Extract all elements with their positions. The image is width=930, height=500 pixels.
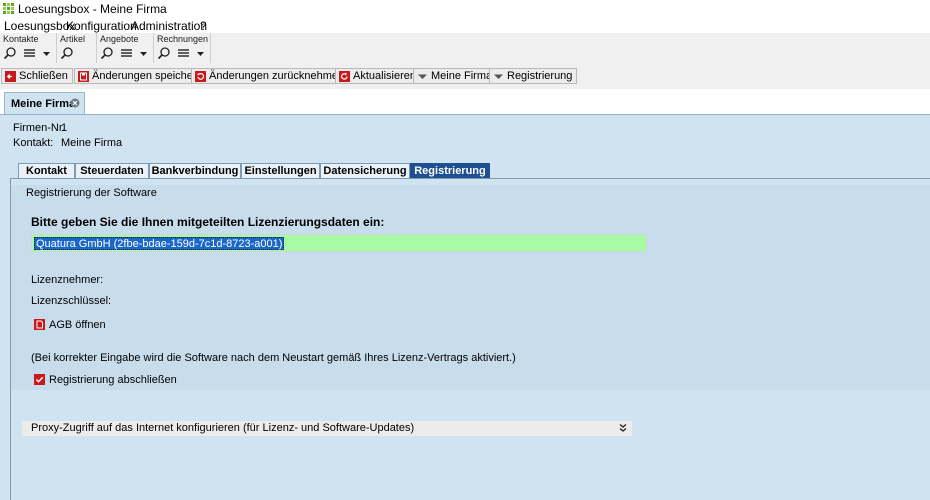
dropdown-arrow-icon[interactable] (197, 46, 204, 60)
action-toolbar: Schließen Änderungen speichern Änderunge… (0, 63, 930, 89)
close-button[interactable]: Schließen (1, 68, 73, 84)
quick-group-angebote: Angebote (97, 33, 154, 63)
search-icon[interactable] (60, 46, 74, 60)
quick-group-rechnungen: Rechnungen (154, 33, 211, 63)
company-number-value: 1 (61, 122, 68, 134)
tab-kontakt[interactable]: Kontakt (18, 163, 75, 178)
license-heading: Bitte geben Sie die Ihnen mitgeteilten L… (31, 215, 385, 229)
agb-open-link[interactable]: AGB öffnen (49, 319, 106, 331)
revert-icon (195, 70, 206, 82)
license-key-label: Lizenzschlüssel: (31, 295, 112, 307)
menu-loesungsbox[interactable]: Loesungsbox (4, 19, 75, 33)
save-changes-button[interactable]: Änderungen speichern (74, 68, 208, 84)
license-input-value: Quatura GmbH (2fbe-bdae-159d-7c1d-8723-a… (34, 237, 285, 250)
dropdown-arrow-icon[interactable] (140, 46, 147, 60)
list-menu-icon[interactable] (177, 46, 191, 60)
quick-group-label: Angebote (100, 34, 139, 44)
proxy-config-expander[interactable]: Proxy-Zugriff auf das Internet konfiguri… (22, 421, 632, 436)
quick-access-bar: Kontakte Artikel Angebote Rechnungen (0, 33, 930, 63)
chevron-down-icon (494, 74, 503, 79)
search-icon[interactable] (3, 46, 17, 60)
list-menu-icon[interactable] (23, 46, 37, 60)
revert-changes-button[interactable]: Änderungen zurücknehmen (191, 68, 350, 84)
refresh-icon (339, 70, 350, 82)
license-data-input[interactable]: Quatura GmbH (2fbe-bdae-159d-7c1d-8723-a… (31, 234, 647, 252)
menu-konfiguration[interactable]: Konfiguration (66, 19, 137, 33)
dropdown-arrow-icon[interactable] (43, 46, 50, 60)
refresh-label: Aktualisieren (353, 70, 416, 82)
window-title: Loesungsbox - Meine Firma (18, 2, 167, 16)
quick-group-kontakte: Kontakte (0, 33, 57, 63)
search-icon[interactable] (100, 46, 114, 60)
tab-divider (10, 178, 930, 179)
contact-label: Kontakt: (13, 137, 54, 149)
doc-tab-label: Meine Firma (11, 98, 76, 110)
close-button-label: Schließen (19, 70, 68, 82)
tab-bankverbindung[interactable]: Bankverbindung (149, 163, 241, 178)
quick-group-label: Artikel (60, 34, 86, 44)
tab-steuerdaten[interactable]: Steuerdaten (75, 163, 149, 178)
complete-registration-label[interactable]: Registrierung abschließen (49, 374, 177, 386)
registration-label: Registrierung (507, 70, 573, 82)
quick-group-artikel: Artikel (57, 33, 97, 63)
contact-value: Meine Firma (61, 137, 123, 149)
quick-group-label: Kontakte (3, 34, 39, 44)
my-company-dropdown[interactable]: Meine Firma (413, 68, 498, 84)
section-title: Registrierung der Software (26, 187, 157, 199)
menu-bar: Loesungsbox Konfiguration Administration… (0, 18, 930, 33)
company-number-label: Firmen-Nr. (13, 122, 65, 134)
double-chevron-down-icon (619, 424, 627, 432)
pdf-document-icon[interactable] (34, 319, 45, 330)
search-icon[interactable] (157, 46, 171, 60)
quick-group-label: Rechnungen (157, 34, 209, 44)
app-logo-icon (3, 3, 14, 14)
save-changes-label: Änderungen speichern (92, 70, 203, 82)
close-tab-icon[interactable] (70, 98, 80, 108)
close-exit-icon (5, 70, 16, 82)
menu-administration[interactable]: Administration (131, 19, 207, 33)
chevron-down-icon (418, 74, 427, 79)
tab-datensicherung[interactable]: Datensicherung (320, 163, 410, 178)
proxy-config-label: Proxy-Zugriff auf das Internet konfiguri… (31, 422, 415, 434)
main-content: Firmen-Nr. 1 Kontakt: Meine Firma Kontak… (0, 115, 930, 500)
tab-einstellungen[interactable]: Einstellungen (241, 163, 320, 178)
licensee-label: Lizenznehmer: (31, 274, 104, 286)
menu-help[interactable]: ? (200, 19, 207, 33)
save-icon (78, 70, 89, 82)
title-bar: Loesungsbox - Meine Firma (0, 0, 930, 18)
complete-registration-checkbox[interactable] (34, 374, 45, 385)
activation-note: (Bei korrekter Eingabe wird die Software… (31, 352, 516, 364)
doc-tab-meine-firma[interactable]: Meine Firma (4, 92, 85, 114)
my-company-label: Meine Firma (431, 70, 493, 82)
tab-registrierung[interactable]: Registrierung (410, 163, 490, 178)
list-menu-icon[interactable] (120, 46, 134, 60)
refresh-button[interactable]: Aktualisieren (335, 68, 421, 84)
registration-dropdown[interactable]: Registrierung (489, 68, 578, 84)
document-tab-bar: Meine Firma (0, 89, 930, 115)
revert-changes-label: Änderungen zurücknehmen (209, 70, 345, 82)
